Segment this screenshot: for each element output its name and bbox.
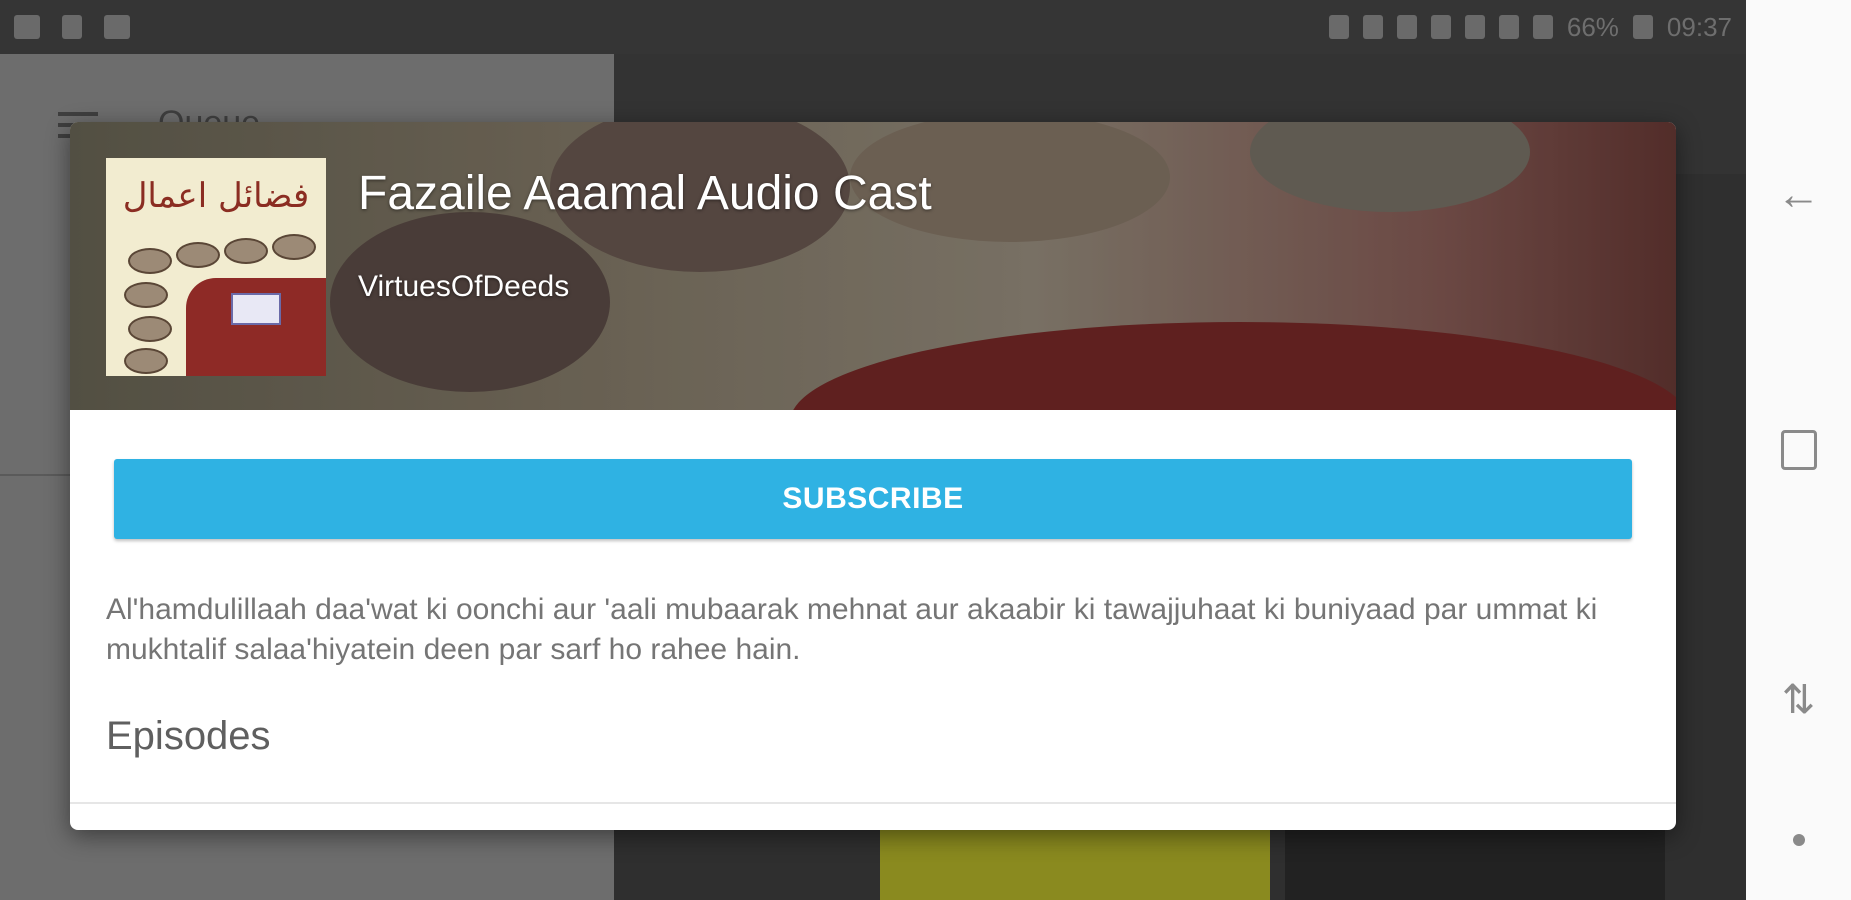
subscribe-button[interactable]: SUBSCRIBE bbox=[114, 459, 1632, 539]
cover-plate bbox=[224, 238, 268, 264]
navigation-bar: ← ⇅ bbox=[1746, 0, 1851, 900]
upload-notification-icon bbox=[62, 15, 82, 39]
dialog-header: فضائل اعمال Fazaile Aaamal Audio Cast Vi… bbox=[70, 122, 1676, 410]
data-icon bbox=[1430, 15, 1451, 39]
battery-percentage: 66% bbox=[1566, 11, 1619, 42]
podcast-author: VirtuesOfDeeds bbox=[358, 270, 570, 303]
cover-plate bbox=[272, 234, 316, 260]
podcast-cover-art: فضائل اعمال bbox=[106, 158, 326, 376]
alarm-icon bbox=[1362, 15, 1383, 39]
podcast-dialog: فضائل اعمال Fazaile Aaamal Audio Cast Vi… bbox=[70, 122, 1676, 830]
wifi-icon bbox=[1498, 15, 1519, 39]
back-icon[interactable]: ← bbox=[1746, 155, 1851, 235]
signal-icon bbox=[1532, 15, 1553, 39]
sim-icon bbox=[1396, 15, 1417, 39]
inbox-notification-icon bbox=[104, 15, 130, 39]
cover-plate bbox=[176, 242, 220, 268]
cover-plate bbox=[124, 348, 168, 374]
cover-plate bbox=[128, 316, 172, 342]
cover-plate bbox=[128, 248, 172, 274]
cover-plate bbox=[124, 282, 168, 308]
gallery-notification-icon bbox=[14, 15, 40, 39]
dot-icon[interactable] bbox=[1746, 800, 1851, 880]
podcast-title: Fazaile Aaamal Audio Cast bbox=[358, 167, 932, 220]
recents-icon[interactable]: ⇅ bbox=[1746, 660, 1851, 740]
podcast-description: Al'hamdulillaah daa'wat ki oonchi aur 'a… bbox=[106, 593, 1598, 666]
cover-art-calligraphy: فضائل اعمال bbox=[122, 176, 310, 216]
home-icon[interactable] bbox=[1746, 410, 1851, 490]
clock: 09:37 bbox=[1666, 11, 1732, 42]
battery-icon bbox=[1632, 15, 1653, 39]
cover-badge bbox=[231, 293, 281, 325]
vibrate-icon bbox=[1464, 15, 1485, 39]
status-bar: 66% 09:37 bbox=[0, 0, 1746, 54]
background-thumbnail bbox=[880, 830, 1270, 900]
background-thumbnail bbox=[1285, 830, 1665, 900]
episodes-divider bbox=[70, 802, 1676, 804]
bluetooth-icon bbox=[1328, 15, 1349, 39]
episodes-heading: Episodes bbox=[106, 714, 271, 758]
